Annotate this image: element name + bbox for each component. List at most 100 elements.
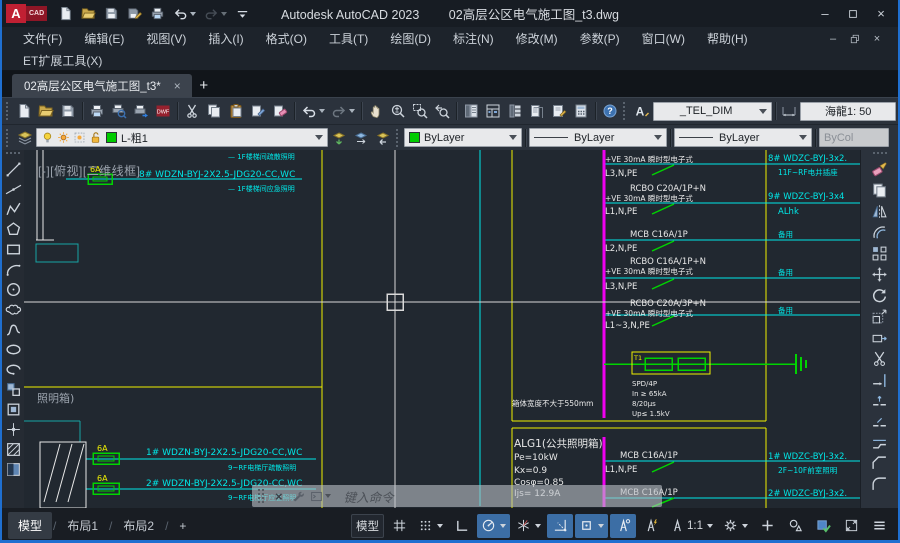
menu-draw[interactable]: 绘图(D): [379, 28, 442, 49]
command-line-grip[interactable]: [258, 489, 264, 503]
layer-thaw-icon[interactable]: [57, 131, 70, 144]
modify-break-tool[interactable]: [868, 411, 892, 432]
undo-button[interactable]: [298, 101, 328, 121]
status-annotation-scale-button[interactable]: 1:1: [666, 514, 717, 538]
draw-insert-block-tool[interactable]: [3, 379, 23, 399]
properties-grip[interactable]: [396, 129, 401, 147]
file-tab-active[interactable]: 02高层公区电气施工图_t3* ×: [12, 74, 192, 97]
lineweight-combo[interactable]: ByLayer: [674, 128, 812, 147]
menu-file[interactable]: 文件(F): [12, 28, 73, 49]
doc-restore-button[interactable]: [844, 30, 866, 48]
status-object-snap-button[interactable]: [575, 514, 608, 538]
modify-join-tool[interactable]: [868, 432, 892, 453]
status-snap-mode-button[interactable]: [414, 514, 447, 538]
open-folder-button[interactable]: [35, 101, 57, 121]
modify-copy-tool[interactable]: [868, 180, 892, 201]
menu-dimension[interactable]: 标注(N): [442, 28, 505, 49]
layer-combo[interactable]: L-粗1: [36, 128, 328, 147]
minimize-button[interactable]: –: [812, 4, 838, 24]
menu-insert[interactable]: 插入(I): [197, 28, 254, 49]
layers-grip[interactable]: [6, 129, 11, 147]
new-file-button[interactable]: [13, 101, 35, 121]
modify-chamfer-tool[interactable]: [868, 453, 892, 474]
draw-ellipse-arc-tool[interactable]: [3, 359, 23, 379]
qat-plot-button[interactable]: [147, 4, 168, 23]
status-clean-screen-button[interactable]: [838, 514, 864, 538]
recent-commands-button[interactable]: [307, 490, 334, 503]
text-style-button[interactable]: A: [631, 101, 653, 121]
erase-markup-button[interactable]: [269, 101, 291, 121]
modify-scale-tool[interactable]: [868, 306, 892, 327]
modify-offset-tool[interactable]: [868, 222, 892, 243]
draw-rectangle-tool[interactable]: [3, 239, 23, 259]
zoom-realtime-button[interactable]: [387, 101, 409, 121]
modify-trim-tool[interactable]: [868, 348, 892, 369]
linetype-combo[interactable]: ByLayer: [529, 128, 667, 147]
quick-calc-button[interactable]: [570, 101, 592, 121]
layer-vp-freeze-icon[interactable]: [73, 131, 86, 144]
qat-open-folder-button[interactable]: [78, 4, 99, 23]
command-customize-button[interactable]: [288, 490, 307, 503]
draw-line-tool[interactable]: [3, 159, 23, 179]
zoom-window-button[interactable]: [409, 101, 431, 121]
menu-tools[interactable]: 工具(T): [318, 28, 379, 49]
dwf-export-button[interactable]: DWF: [152, 101, 174, 121]
modify-erase-tool[interactable]: [868, 159, 892, 180]
layer-previous-button[interactable]: [372, 128, 394, 148]
status-isolate-objects-button[interactable]: [782, 514, 808, 538]
paste-button[interactable]: [225, 101, 247, 121]
draw-toolbar-grip[interactable]: [6, 152, 20, 156]
modify-fillet-tool[interactable]: [868, 474, 892, 495]
design-center-button[interactable]: [482, 101, 504, 121]
tool-palettes-button[interactable]: [504, 101, 526, 121]
modify-break-at-point-tool[interactable]: [868, 390, 892, 411]
match-properties-button[interactable]: [247, 101, 269, 121]
qat-redo-button[interactable]: [201, 4, 230, 23]
layer-unlock-icon[interactable]: [89, 131, 102, 144]
modify-stretch-tool[interactable]: [868, 327, 892, 348]
text-style-combo[interactable]: _TEL_DIM: [653, 102, 772, 121]
sheet-set-button[interactable]: [526, 101, 548, 121]
plot-button[interactable]: [86, 101, 108, 121]
close-button[interactable]: ×: [868, 4, 894, 24]
menu-et-extended-tools[interactable]: ET扩展工具(X): [12, 50, 113, 71]
layout-tab-layout1[interactable]: 布局1: [57, 512, 108, 539]
status-osnap-tracking-button[interactable]: [547, 514, 573, 538]
drawing-canvas[interactable]: — 1F楼梯间疏散照明8# WDZN-BYJ-2X2.5-JDG20-CC,WC…: [24, 150, 860, 508]
qat-qat-menu-button[interactable]: [232, 4, 253, 23]
save-button[interactable]: [57, 101, 79, 121]
status-annotation-autoscale-button[interactable]: [638, 514, 664, 538]
menu-parametric[interactable]: 参数(P): [569, 28, 631, 49]
layout-tab-model[interactable]: 模型: [8, 512, 52, 539]
copy-button[interactable]: [203, 101, 225, 121]
status-customization-button[interactable]: [866, 514, 892, 538]
qat-save-as-button[interactable]: [124, 4, 145, 23]
status-isodraft-button[interactable]: [512, 514, 545, 538]
draw-ellipse-tool[interactable]: [3, 339, 23, 359]
menu-window[interactable]: 窗口(W): [631, 28, 696, 49]
status-ortho-mode-button[interactable]: [449, 514, 475, 538]
layout-tab-new-layout[interactable]: +: [169, 514, 196, 538]
viewport-controls[interactable]: [-][俯视][二维线框]: [38, 162, 141, 179]
doc-close-button[interactable]: ×: [866, 30, 888, 48]
pan-button[interactable]: [365, 101, 387, 121]
dim-style-button[interactable]: [778, 101, 800, 121]
plot-preview-button[interactable]: [108, 101, 130, 121]
draw-spline-tool[interactable]: [3, 319, 23, 339]
tab-close-icon[interactable]: ×: [171, 79, 184, 93]
draw-polyline-tool[interactable]: [3, 199, 23, 219]
dim-scale-combo[interactable]: 海龍1: 50: [800, 102, 896, 121]
modify-extend-tool[interactable]: [868, 369, 892, 390]
make-object-layer-current-button[interactable]: [328, 128, 350, 148]
status-grid-display-button[interactable]: [386, 514, 412, 538]
qat-undo-button[interactable]: [170, 4, 199, 23]
zoom-previous-button[interactable]: [431, 101, 453, 121]
new-tab-button[interactable]: +: [192, 74, 216, 97]
modify-mirror-tool[interactable]: [868, 201, 892, 222]
menu-edit[interactable]: 编辑(E): [73, 28, 135, 49]
status-annotation-visibility-button[interactable]: [610, 514, 636, 538]
command-line[interactable]: × 键入命令: [252, 485, 662, 507]
doc-minimize-button[interactable]: –: [822, 30, 844, 48]
menu-help[interactable]: 帮助(H): [696, 28, 759, 49]
status-model-space-button[interactable]: 模型: [351, 514, 384, 538]
